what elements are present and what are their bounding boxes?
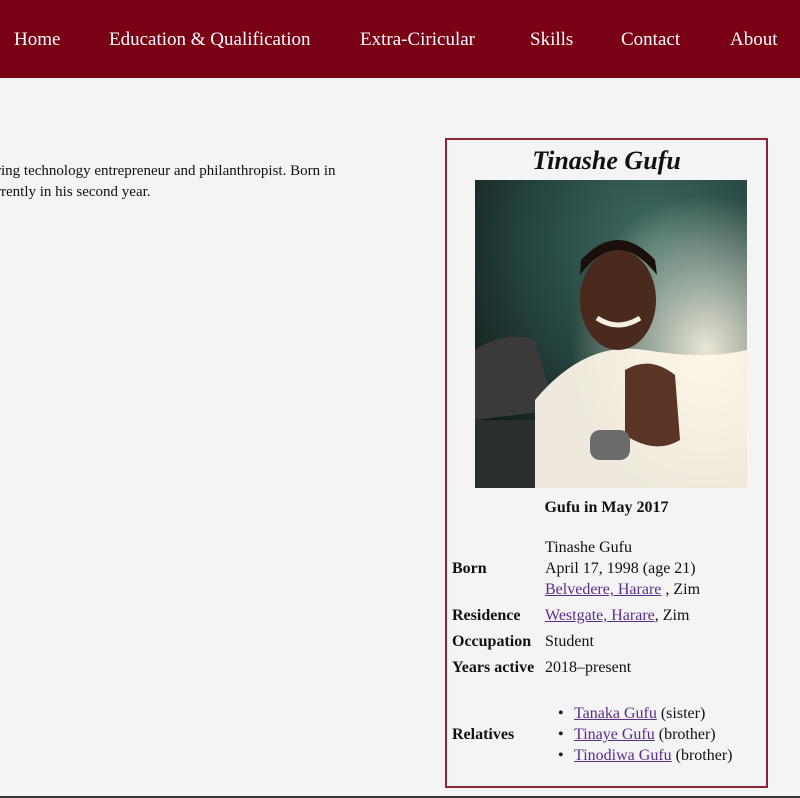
bullet-icon: • [558,705,564,722]
relative-item: • Tinodiwa Gufu (brother) [558,745,733,766]
intro-paragraph: ring technology entrepreneur and philant… [0,161,416,203]
occupation-label: Occupation [452,633,532,650]
nav-education-link[interactable]: Education & Qualification [109,29,311,51]
relative-link[interactable]: Tanaka Gufu [574,705,657,722]
nav-skills-link[interactable]: Skills [530,29,573,51]
relative-relation: (sister) [656,705,706,722]
relatives-label: Relatives [452,726,515,743]
relative-link[interactable]: Tinaye Gufu [574,726,655,743]
years-active-label: Years active [452,659,535,676]
years-active-value: 2018–present [545,659,632,676]
photo-caption: Gufu in May 2017 [544,499,669,516]
residence-suffix: , Zim [654,607,690,624]
relative-relation: (brother) [654,726,716,743]
nav-home-link[interactable]: Home [14,29,60,51]
relative-relation: (brother) [671,747,733,764]
relative-item: • Tinaye Gufu (brother) [558,724,716,745]
residence-label: Residence [452,607,521,624]
bullet-icon: • [558,726,564,743]
profile-photo [475,180,747,488]
nav-extracurricular-link[interactable]: Extra-Ciricular [360,29,475,51]
intro-line-1: ring technology entrepreneur and philant… [0,163,336,179]
infobox: Tinashe Gufu Gufu in May 2017 Tinashe Gu… [445,138,768,788]
nav-contact-link[interactable]: Contact [621,29,680,51]
born-place-suffix: , Zim [661,581,701,598]
nav-about-link[interactable]: About [730,29,778,51]
profile-photo-image [475,180,747,488]
relative-link[interactable]: Tinodiwa Gufu [574,747,672,764]
intro-line-2: rrently in his second year. [0,184,151,200]
born-date: April 17, 1998 (age 21) [545,560,696,577]
bullet-icon: • [558,747,564,764]
residence-link[interactable]: Westgate, Harare [545,607,655,624]
born-place: Belvedere, Harare , Zim [545,579,700,600]
born-label: Born [452,560,487,577]
born-name: Tinashe Gufu [545,539,632,556]
infobox-title: Tinashe Gufu [532,146,681,175]
born-place-link[interactable]: Belvedere, Harare [545,581,661,598]
top-navbar: Home Education & Qualification Extra-Cir… [0,0,800,78]
occupation-value: Student [545,633,594,650]
residence-value: Westgate, Harare, Zim [545,605,689,626]
relative-item: • Tanaka Gufu (sister) [558,703,706,724]
